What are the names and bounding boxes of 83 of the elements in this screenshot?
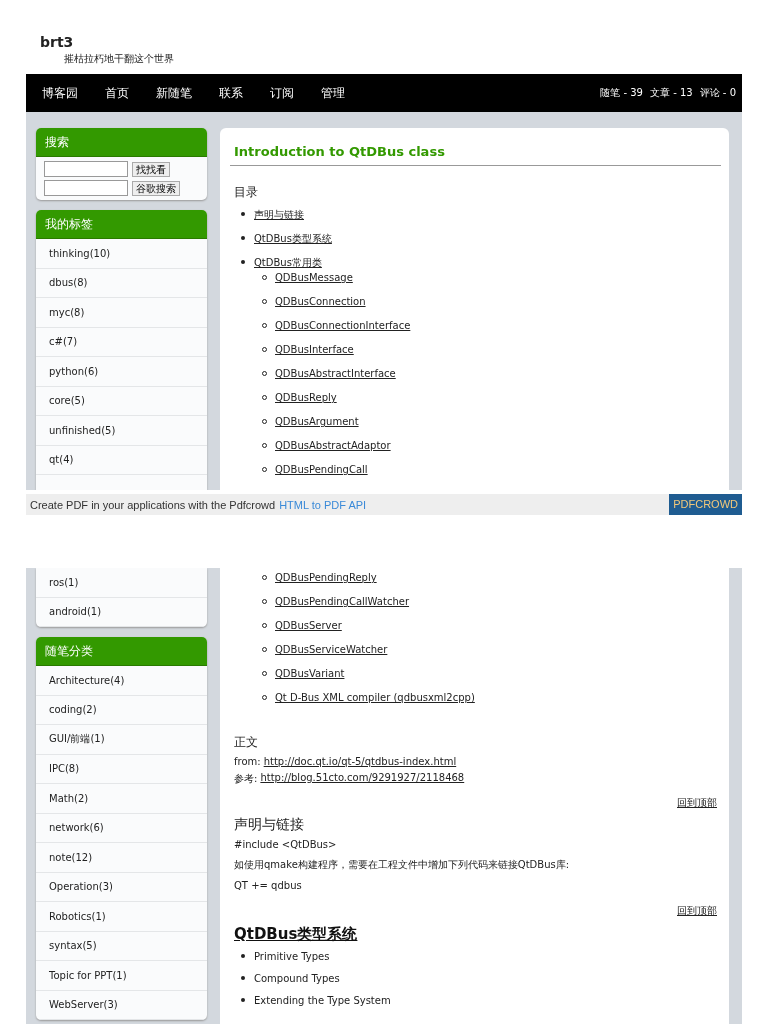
list-item: Extending the Type System <box>254 995 391 1006</box>
toc-link[interactable]: QDBusPendingCallWatcher <box>275 596 410 607</box>
nav-link[interactable]: 博客园 <box>42 84 78 102</box>
list-item: Compound Types <box>254 973 340 984</box>
search-button[interactable]: 谷歌搜索 <box>132 180 180 196</box>
category-link[interactable]: Robotics(1) <box>49 910 106 922</box>
source-label: 参考: <box>234 772 258 786</box>
tag-link[interactable]: unfinished(5) <box>49 424 116 436</box>
paragraph: #include <QtDBus> <box>234 839 338 850</box>
category-link[interactable]: Operation(3) <box>49 881 113 893</box>
category-link[interactable]: syntax(5) <box>49 940 97 952</box>
toc-link[interactable]: QtDBus常用类 <box>254 257 322 268</box>
category-link[interactable]: WebServer(3) <box>49 999 118 1011</box>
category-link[interactable]: Math(2) <box>49 792 89 804</box>
toc-link[interactable]: Qt D-Bus XML compiler (qdbusxml2cpp) <box>275 692 475 703</box>
tag-link[interactable]: core(5) <box>49 395 85 407</box>
tag-link[interactable]: thinking(10) <box>49 247 111 259</box>
search-field[interactable] <box>44 161 128 177</box>
toc-link[interactable]: QDBusArgument <box>275 416 359 427</box>
post-title[interactable]: Introduction to QtDBus class <box>234 142 721 165</box>
tag-link[interactable]: c#(7) <box>49 336 78 348</box>
footer-text: Create PDF in your applications with the Pdfcrowd <box>30 498 276 511</box>
category-link[interactable]: coding(2) <box>49 704 97 716</box>
source-link[interactable]: http://doc.qt.io/qt-5/qtdbus-index.html <box>263 756 457 767</box>
bullet-icon <box>241 998 245 1002</box>
nav-link[interactable]: 管理 <box>321 84 345 102</box>
back-to-top-link[interactable]: 回到顶部 <box>677 797 717 808</box>
bullet-icon <box>241 236 245 240</box>
search-button[interactable]: 找找看 <box>132 161 170 177</box>
toc-heading: 目录 <box>234 184 259 201</box>
toc-link[interactable]: QDBusConnectionInterface <box>275 320 411 331</box>
toc-link[interactable]: QDBusAbstractInterface <box>275 368 396 379</box>
category-link[interactable]: note(12) <box>49 851 93 863</box>
toc-link[interactable]: QDBusConnection <box>275 296 366 307</box>
category-link[interactable]: Topic for PPT(1) <box>49 969 127 981</box>
category-link[interactable]: Architecture(4) <box>49 674 125 686</box>
tag-link[interactable]: myc(8) <box>49 306 85 318</box>
nav-link[interactable]: 首页 <box>105 84 129 102</box>
bullet-icon <box>241 212 245 216</box>
paragraph: 如使用qmake构建程序，需要在工程文件中增加下列代码来链接QtDBus库: <box>234 858 571 872</box>
category-link[interactable]: IPC(8) <box>49 763 80 775</box>
toc-link[interactable]: QDBusPendingReply <box>275 572 377 583</box>
source-label: from: <box>234 756 261 767</box>
list-item: Primitive Types <box>254 951 330 962</box>
search-field[interactable] <box>44 180 128 196</box>
toc-link[interactable]: QDBusInterface <box>275 344 354 355</box>
source-link[interactable]: http://blog.51cto.com/9291927/2118468 <box>260 772 465 786</box>
toc-link[interactable]: QtDBus类型系统 <box>254 233 332 244</box>
section-heading: 正文 <box>234 734 259 751</box>
nav-link[interactable]: 订阅 <box>270 84 294 102</box>
toc-link[interactable]: 声明与链接 <box>254 209 304 220</box>
blog-subtitle: 摧枯拉朽地干翻这个世界 <box>64 52 175 66</box>
panel-header: 搜索 <box>36 128 207 157</box>
nav-link[interactable]: 联系 <box>219 84 243 102</box>
panel-header: 我的标签 <box>36 210 207 239</box>
back-to-top-link[interactable]: 回到顶部 <box>677 905 717 916</box>
blog-stat: 评论 - 0 <box>699 86 736 100</box>
paragraph: QT += qdbus <box>234 880 303 891</box>
toc-link[interactable]: QDBusPendingCall <box>275 464 368 475</box>
blog-stat: 随笔 - 39 <box>600 86 643 100</box>
tag-link[interactable]: dbus(8) <box>49 277 88 289</box>
section-heading-link[interactable]: QtDBus类型系统 <box>234 925 358 943</box>
tag-link[interactable]: ros(1) <box>49 576 79 588</box>
bullet-icon <box>241 976 245 980</box>
pdfcrowd-badge[interactable]: PDFCROWD <box>669 494 742 515</box>
toc-link[interactable]: QDBusServiceWatcher <box>275 644 388 655</box>
panel-header: 随笔分类 <box>36 637 207 666</box>
blog-stat: 文章 - 13 <box>649 86 693 100</box>
toc-link[interactable]: QDBusServer <box>275 620 342 631</box>
toc-link[interactable]: QDBusReply <box>275 392 337 403</box>
nav-link[interactable]: 新随笔 <box>156 84 192 102</box>
tag-link[interactable]: python(6) <box>49 365 99 377</box>
category-link[interactable]: GUI/前端(1) <box>49 732 105 747</box>
tag-link[interactable]: android(1) <box>49 606 102 618</box>
bullet-icon <box>241 260 245 264</box>
toc-link[interactable]: QDBusMessage <box>275 272 353 283</box>
toc-link[interactable]: QDBusVariant <box>275 668 345 679</box>
tag-link[interactable]: qt(4) <box>49 454 74 466</box>
toc-link[interactable]: QDBusAbstractAdaptor <box>275 440 391 451</box>
section-heading: 声明与链接 <box>234 816 305 834</box>
category-link[interactable]: network(6) <box>49 822 104 834</box>
blog-title[interactable]: brt3 <box>40 34 742 50</box>
bullet-icon <box>241 954 245 958</box>
